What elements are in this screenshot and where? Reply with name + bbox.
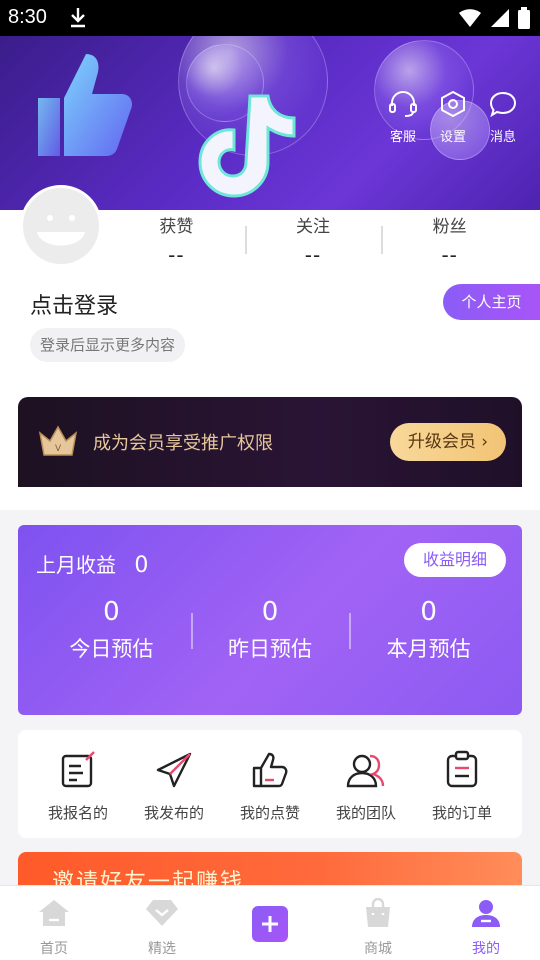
stat-value: -- (441, 243, 458, 267)
plus-icon (252, 906, 288, 942)
menu-label: 我的订单 (431, 804, 492, 822)
earnings-card: 上月收益 0 收益明细 0 今日预估 0 昨日预估 0 本月预估 (18, 525, 522, 715)
bottom-tab-bar: 首页 精选 商城 我的 (0, 885, 540, 960)
menu-label: 我发布的 (143, 804, 204, 822)
menu-label: 我的点赞 (239, 804, 300, 822)
personal-homepage-button[interactable]: 个人主页 (443, 284, 540, 320)
paper-plane-icon (154, 750, 194, 794)
menu-my-posts[interactable]: 我发布的 (126, 730, 222, 838)
status-time: 8:30 (8, 6, 47, 28)
earnings-value: 0 (103, 597, 120, 627)
tab-label: 商城 (364, 941, 392, 957)
tab-featured[interactable]: 精选 (108, 886, 216, 960)
download-icon (68, 6, 88, 32)
stat-value: -- (304, 243, 322, 267)
customer-service-button[interactable]: 客服 (384, 90, 422, 145)
message-icon (488, 90, 518, 122)
tab-mine[interactable]: 我的 (432, 886, 540, 960)
menu-my-orders[interactable]: 我的订单 (414, 730, 510, 838)
menu-my-likes[interactable]: 我的点赞 (222, 730, 318, 838)
status-bar: 8:30 (0, 0, 540, 36)
earnings-yesterday: 0 昨日预估 (190, 597, 350, 663)
profile-card: 获赞 -- 关注 -- 粉丝 -- 点击登录 登录后显示更多内容 个人主页 V … (0, 185, 540, 510)
home-icon (37, 898, 71, 932)
signup-icon (58, 750, 98, 794)
tab-publish[interactable] (216, 886, 324, 960)
earnings-label: 本月预估 (386, 637, 471, 661)
last-month-earnings: 0 (134, 553, 149, 578)
tab-mall[interactable]: 商城 (324, 886, 432, 960)
settings-icon (439, 90, 467, 122)
earnings-detail-button[interactable]: 收益明细 (404, 543, 506, 577)
thumbs-up-art-icon (30, 46, 140, 170)
earnings-value: 0 (261, 597, 279, 627)
stat-label: 关注 (296, 217, 330, 237)
tab-label: 我的 (472, 941, 500, 957)
tab-home[interactable]: 首页 (0, 886, 108, 960)
messages-label: 消息 (489, 130, 516, 145)
function-menu: 我报名的 我发布的 我的点赞 我的团队 我的订单 (18, 730, 522, 838)
stat-fans[interactable]: 粉丝 -- (381, 212, 518, 267)
menu-my-signups[interactable]: 我报名的 (30, 730, 126, 838)
earnings-today: 0 今日预估 (32, 597, 191, 663)
profile-stats: 获赞 -- 关注 -- 粉丝 -- (108, 212, 518, 267)
battery-icon (518, 7, 530, 33)
tab-label: 首页 (40, 941, 68, 957)
messages-button[interactable]: 消息 (484, 90, 522, 145)
stat-label: 获赞 (159, 217, 194, 237)
music-note-art-icon (190, 86, 310, 210)
earnings-title: 上月收益 (36, 553, 116, 577)
profile-banner: 客服 设置 消息 (0, 36, 540, 210)
chevron-right-icon: › (481, 432, 489, 452)
stat-value: -- (168, 243, 185, 267)
menu-label: 我报名的 (47, 804, 108, 822)
earnings-label: 今日预估 (69, 637, 154, 661)
settings-label: 设置 (439, 130, 466, 145)
earnings-header: 上月收益 0 (36, 549, 148, 578)
stat-likes[interactable]: 获赞 -- (108, 212, 245, 267)
avatar[interactable] (20, 185, 102, 267)
upgrade-vip-button[interactable]: 升级会员 › (390, 423, 506, 461)
diamond-icon (145, 898, 179, 932)
earnings-value: 0 (420, 597, 437, 627)
wifi-icon (458, 8, 482, 32)
vip-text: 成为会员享受推广权限 (93, 433, 273, 454)
login-hint: 登录后显示更多内容 (30, 328, 186, 362)
login-link[interactable]: 点击登录 (30, 288, 118, 320)
signal-icon (490, 8, 510, 32)
stat-following[interactable]: 关注 -- (244, 212, 382, 267)
svg-text:V: V (55, 444, 62, 454)
vip-banner[interactable]: V 成为会员享受推广权限 升级会员 › (18, 397, 522, 487)
menu-my-team[interactable]: 我的团队 (318, 730, 414, 838)
earnings-month: 0 本月预估 (349, 597, 508, 663)
upgrade-vip-label: 升级会员 (407, 432, 476, 452)
thumbs-up-icon (250, 750, 290, 794)
user-icon (469, 898, 503, 932)
shopping-bag-icon (361, 897, 395, 932)
settings-button[interactable]: 设置 (434, 90, 472, 145)
earnings-label: 昨日预估 (228, 637, 312, 661)
clipboard-icon (442, 750, 482, 794)
customer-service-label: 客服 (389, 130, 416, 145)
tab-label: 精选 (148, 941, 176, 957)
menu-label: 我的团队 (335, 804, 396, 822)
team-icon (344, 750, 388, 794)
stat-label: 粉丝 (432, 217, 467, 237)
headset-icon (388, 90, 418, 122)
crown-icon: V (38, 425, 78, 461)
